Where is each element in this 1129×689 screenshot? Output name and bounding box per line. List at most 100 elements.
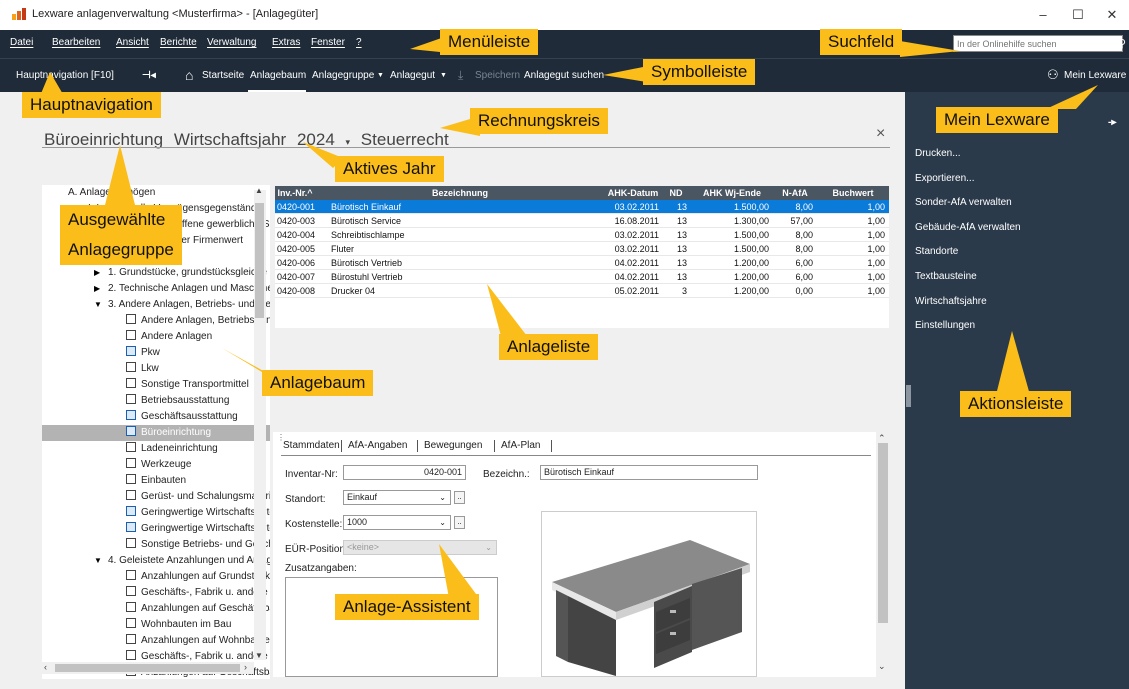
tree-leaf-item[interactable]: Werkzeuge <box>42 457 270 473</box>
tab-separator <box>551 440 552 452</box>
menu-datei[interactable]: Datei <box>10 37 33 48</box>
standort-select[interactable]: Einkauf ⌄ <box>343 490 451 505</box>
table-cell: 04.02.2011 <box>614 258 659 268</box>
anlagegruppe-button[interactable]: Anlagegruppe <box>312 70 374 81</box>
tree-leaf-item[interactable]: Ladeneinrichtung <box>42 441 270 457</box>
anlagegut-suchen-button[interactable]: Anlagegut suchen <box>524 70 604 81</box>
action-item[interactable]: Drucken... <box>915 148 961 159</box>
col-inv-nr[interactable]: Inv.-Nr.^ <box>275 186 315 200</box>
menu-berichte[interactable]: Berichte <box>160 37 197 48</box>
pin-icon[interactable]: -▸ <box>1108 117 1116 128</box>
detail-scroll-thumb[interactable] <box>878 443 888 623</box>
menu-bearbeiten[interactable]: Bearbeiten <box>52 37 100 48</box>
bezeichnung-input[interactable]: Bürotisch Einkauf <box>540 465 758 480</box>
kostenstelle-select[interactable]: 1000 ⌄ <box>343 515 451 530</box>
tree-node[interactable]: ▼ 3. Andere Anlagen, Betriebs- und Geschä… <box>42 297 270 313</box>
table-row[interactable]: 0420-003 Bürotisch Service 16.08.2011 13 1.3… <box>275 214 889 228</box>
tree-leaf-item[interactable]: Andere Anlagen, Betriebs- und Geschäftsa… <box>42 313 270 329</box>
mein-lexware-button[interactable]: Mein Lexware <box>1064 70 1126 81</box>
expand-open-icon[interactable]: ▼ <box>94 297 102 313</box>
tree-leaf-item[interactable]: Anzahlungen auf Grundstücke <box>42 569 270 585</box>
speichern-button[interactable]: Speichern <box>475 70 520 81</box>
tree-scroll-thumb[interactable] <box>255 203 264 318</box>
minimize-button[interactable]: – <box>1031 6 1055 24</box>
anlagegut-button[interactable]: Anlagegut <box>390 70 435 81</box>
tree-leaf-item[interactable]: Büroeinrichtung <box>42 425 270 441</box>
action-item[interactable]: Textbausteine <box>915 271 977 282</box>
asset-group-icon <box>126 490 136 500</box>
action-item[interactable]: Gebäude-AfA verwalten <box>915 222 1021 233</box>
expand-closed-icon[interactable]: ▶ <box>94 265 100 281</box>
close-window-button[interactable]: ✕ <box>1100 6 1124 24</box>
user-icon[interactable]: ⚇ <box>1047 67 1059 83</box>
expand-closed-icon[interactable]: ▶ <box>94 281 100 297</box>
table-cell: 1,00 <box>867 272 885 282</box>
splitter-handle[interactable] <box>906 385 911 407</box>
callout-aktionsleiste-label: Aktionsleiste <box>960 391 1072 417</box>
home-icon[interactable]: ⌂ <box>185 67 193 83</box>
close-view-button[interactable]: × <box>876 125 885 143</box>
action-item[interactable]: Exportieren... <box>915 173 974 184</box>
col-nd[interactable]: ND <box>661 186 691 200</box>
tree-leaf-item[interactable]: Geschäftsausstattung <box>42 409 270 425</box>
pin-icon[interactable]: ⊣◂ <box>142 70 156 81</box>
col-buchwert[interactable]: Buchwert <box>817 186 889 200</box>
menu-fenster[interactable]: Fenster <box>311 37 345 48</box>
table-row[interactable]: 0420-004 Schreibtischlampe 03.02.2011 13 1.5… <box>275 228 889 242</box>
kostenstelle-label: Kostenstelle: <box>285 519 343 530</box>
menu-help[interactable]: ? <box>356 37 362 48</box>
tree-node[interactable]: ▶ 2. Technische Anlagen und Maschinen <box>42 281 270 297</box>
table-row[interactable]: 0420-005 Fluter 03.02.2011 13 1.500,00 8,00 1,… <box>275 242 889 256</box>
kostenstelle-more-button[interactable]: .. <box>454 516 465 529</box>
standort-more-button[interactable]: .. <box>454 491 465 504</box>
scroll-down-icon[interactable]: ▼ <box>255 651 263 660</box>
expand-open-icon[interactable]: ▼ <box>94 553 102 569</box>
search-input[interactable] <box>954 36 1110 51</box>
tree-node[interactable]: ▼ 4. Geleistete Anzahlungen und Anlagen i… <box>42 553 270 569</box>
menu-verwaltung[interactable]: Verwaltung <box>207 37 256 48</box>
tab-afa-angaben[interactable]: AfA-Angaben <box>348 438 408 454</box>
table-row[interactable]: 0420-007 Bürostuhl Vertrieb 04.02.2011 13 1.… <box>275 270 889 284</box>
search-icon[interactable]: ⚲ <box>1118 37 1129 50</box>
col-n-afa[interactable]: N-AfA <box>773 186 817 200</box>
anlagebaum-button[interactable]: Anlagebaum <box>250 70 306 81</box>
scroll-right-icon[interactable]: › <box>244 662 247 672</box>
tree-node[interactable]: ▶ 1. Grundstücke, grundstücksgleiche Rech… <box>42 265 270 281</box>
tree-leaf-item[interactable]: Anzahlungen auf Wohnbauten <box>42 633 270 649</box>
tab-afa-plan[interactable]: AfA-Plan <box>501 438 540 454</box>
table-row[interactable]: 0420-006 Bürotisch Vertrieb 04.02.2011 13 1.… <box>275 256 889 270</box>
action-item[interactable]: Wirtschaftsjahre <box>915 296 987 307</box>
scroll-left-icon[interactable]: ‹ <box>44 662 47 672</box>
tree-leaf-item[interactable]: Betriebsausstattung <box>42 393 270 409</box>
tree-leaf-item[interactable]: Einbauten <box>42 473 270 489</box>
scroll-up-icon[interactable]: ⌃ <box>878 433 886 444</box>
menu-ansicht[interactable]: Ansicht <box>116 37 149 48</box>
table-row[interactable]: 0420-001 Bürotisch Einkauf 03.02.2011 13 1.5… <box>275 200 889 214</box>
scroll-up-icon[interactable]: ▲ <box>255 186 263 195</box>
tree-leaf-item[interactable]: Gerüst- und Schalungsmaterial <box>42 489 270 505</box>
col-ahk-wj-ende[interactable]: AHK Wj-Ende <box>691 186 773 200</box>
tree-leaf-item[interactable]: Anzahlungen auf Geschäftsbauten <box>42 601 270 617</box>
scroll-down-icon[interactable]: ⌄ <box>878 661 886 672</box>
tree-leaf-item[interactable]: Geschäfts-, Fabrik u. andere Bauten im B… <box>42 585 270 601</box>
tab-bewegungen[interactable]: Bewegungen <box>424 438 482 454</box>
inventar-input[interactable]: 0420-001 <box>343 465 466 480</box>
maximize-button[interactable]: ☐ <box>1066 6 1090 24</box>
table-row[interactable]: 0420-008 Drucker 04 05.02.2011 3 1.200,00 0,0… <box>275 284 889 298</box>
tab-stammdaten[interactable]: Stammdaten <box>283 438 340 454</box>
col-ahk-datum[interactable]: AHK-Datum <box>605 186 661 200</box>
tree-hscroll-thumb[interactable] <box>55 664 240 672</box>
tree-leaf-item[interactable]: Wohnbauten im Bau <box>42 617 270 633</box>
startseite-button[interactable]: Startseite <box>202 70 244 81</box>
tree-leaf-item[interactable]: Sonstige Betriebs- und Geschäftsausstatt… <box>42 537 270 553</box>
tree-leaf-item[interactable]: Geringwertige Wirtschaftsgüter <box>42 505 270 521</box>
tree-node[interactable]: A. Anlagevermögen <box>42 185 270 201</box>
action-item[interactable]: Standorte <box>915 246 958 257</box>
action-item[interactable]: Einstellungen <box>915 320 975 331</box>
menu-extras[interactable]: Extras <box>272 37 300 48</box>
col-bezeichnung[interactable]: Bezeichnung <box>315 186 605 200</box>
search-field[interactable]: ⚲ <box>953 35 1126 52</box>
tree-leaf-item[interactable]: Andere Anlagen <box>42 329 270 345</box>
action-item[interactable]: Sonder-AfA verwalten <box>915 197 1012 208</box>
tree-leaf-item[interactable]: Geringwertige Wirtschaftsgüter Sammelpos… <box>42 521 270 537</box>
